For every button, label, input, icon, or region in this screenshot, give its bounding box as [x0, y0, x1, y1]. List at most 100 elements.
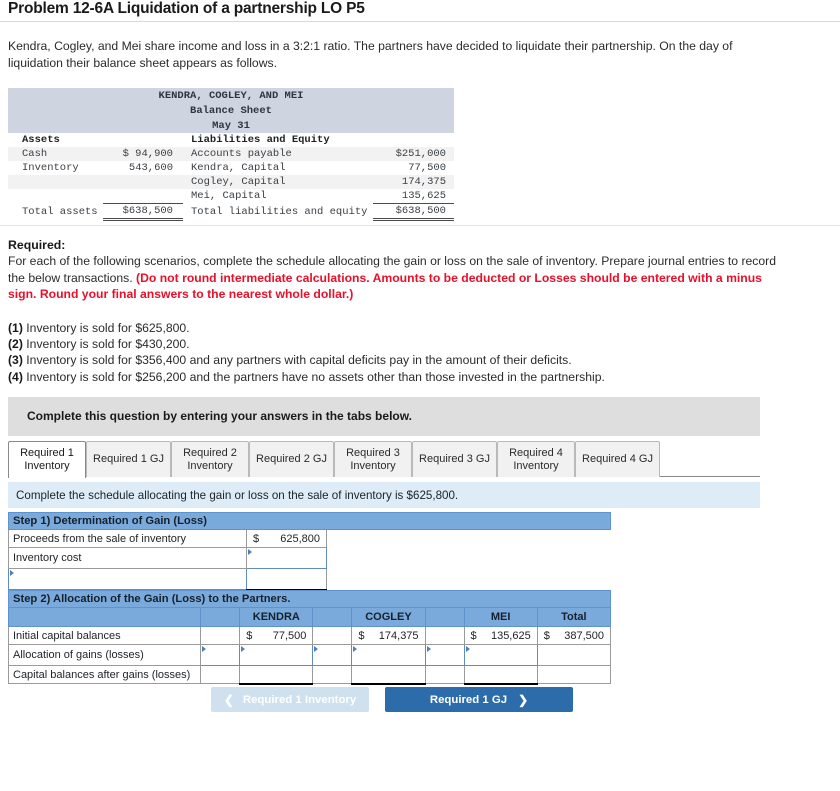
step2-header-row: KENDRA COGLEY MEI Total — [7, 607, 612, 627]
tab-bar: Required 1 Inventory Required 1 GJ Requi… — [8, 441, 760, 478]
tab-label: Required 4 Inventory — [509, 446, 563, 472]
scenario-number-1: (1) — [8, 320, 23, 335]
total-assets-label: Total assets — [8, 203, 103, 220]
balance-sheet-table: KENDRA, COGLEY, AND MEI Balance Sheet Ma… — [8, 88, 454, 221]
equity-label-kendra-capital: Kendra, Capital — [183, 161, 373, 175]
step2-after-cogley — [351, 665, 426, 685]
step2-input-allocation-cogley-sign[interactable] — [312, 644, 353, 666]
equity-amount-mei-capital: 135,625 — [373, 189, 454, 204]
next-tab-label: Required 1 GJ — [429, 693, 508, 706]
step2-spacer-cell — [424, 665, 465, 684]
chevron-right-icon: ❯ — [518, 692, 529, 707]
previous-tab-button[interactable]: ❮ Required 1 Inventory — [211, 687, 369, 712]
table-row: Initial capital balances 77,500 174,375 … — [7, 626, 612, 645]
scenario-text-2: Inventory is sold for $430,200. — [22, 336, 190, 351]
asset-blank-2 — [8, 189, 103, 204]
assets-header-spacer — [103, 133, 183, 147]
balance-sheet-date-row: May 31 — [8, 118, 454, 133]
step2-title-row: Step 2) Allocation of the Gain (Loss) to… — [8, 590, 611, 608]
step2-header-spacer-3 — [424, 607, 465, 627]
table-row: Inventory 543,600 Kendra, Capital 77,500 — [8, 161, 454, 175]
list-item: (2) Inventory is sold for $430,200. — [8, 336, 788, 352]
step1-empty-area — [326, 529, 611, 590]
asset-amount-cash: $ 94,900 — [103, 147, 183, 161]
step2-spacer-cell — [200, 665, 241, 684]
equity-amount-cogley-capital: 174,375 — [373, 175, 454, 189]
table-row: Capital balances after gains (losses) — [7, 665, 612, 685]
step2-input-allocation-cogley[interactable] — [351, 644, 426, 666]
step2-label-initial-balances: Initial capital balances — [7, 626, 202, 645]
step2-table: Step 2) Allocation of the Gain (Loss) to… — [7, 590, 612, 685]
step1-title-row: Step 1) Determination of Gain (Loss) — [8, 512, 611, 530]
required-body: For each of the following scenarios, com… — [8, 253, 788, 303]
tab-required-1-inventory[interactable]: Required 1 Inventory — [8, 441, 86, 478]
tab-required-2-inventory[interactable]: Required 2 Inventory — [171, 441, 249, 477]
asset-label-cash: Cash — [8, 147, 103, 161]
step1-value-proceeds: 625,800 — [246, 529, 327, 548]
list-item: (4) Inventory is sold for $256,200 and t… — [8, 369, 788, 385]
tab-required-2-gj[interactable]: Required 2 GJ — [249, 441, 334, 477]
balance-sheet-company: KENDRA, COGLEY, AND MEI — [8, 88, 454, 103]
tab-required-3-gj[interactable]: Required 3 GJ — [412, 441, 497, 477]
step2-initial-mei: 135,625 — [463, 626, 538, 645]
problem-intro: Kendra, Cogley, and Mei share income and… — [8, 39, 733, 70]
balance-sheet-statement: Balance Sheet — [8, 103, 454, 118]
tab-required-4-gj[interactable]: Required 4 GJ — [575, 441, 660, 477]
tab-label: Required 4 GJ — [582, 453, 653, 466]
next-tab-button[interactable]: Required 1 GJ ❯ — [385, 687, 573, 712]
tab-required-4-inventory[interactable]: Required 4 Inventory — [497, 441, 575, 477]
equity-amount-accounts-payable: $251,000 — [373, 147, 454, 161]
page-title: Problem 12-6A Liquidation of a partnersh… — [8, 0, 365, 17]
asset-blank-amount-1 — [103, 175, 183, 189]
step2-label-allocation: Allocation of gains (losses) — [7, 644, 202, 666]
step1-input-inventory-cost[interactable] — [246, 547, 327, 569]
step2-input-allocation-kendra-sign[interactable] — [200, 644, 241, 666]
step2-header-cogley: COGLEY — [351, 607, 426, 627]
tab-required-3-inventory[interactable]: Required 3 Inventory — [334, 441, 412, 477]
step2-initial-total: 387,500 — [536, 626, 612, 645]
step1-title: Step 1) Determination of Gain (Loss) — [8, 512, 611, 530]
assets-header: Assets — [8, 133, 103, 147]
step2-after-kendra — [239, 665, 314, 685]
scenario-list: (1) Inventory is sold for $625,800. (2) … — [8, 320, 788, 386]
equity-header: Liabilities and Equity — [183, 133, 373, 147]
scenario-number-3: (3) — [8, 353, 23, 368]
total-equity-amount: $638,500 — [373, 203, 454, 221]
required-heading: Required: — [8, 238, 66, 252]
tab-label: Required 3 Inventory — [346, 446, 400, 472]
step2-header-kendra: KENDRA — [239, 607, 314, 627]
scenario-number-2: (2) — [8, 336, 23, 351]
step2-spacer-cell — [424, 626, 465, 645]
list-item: (3) Inventory is sold for $356,400 and a… — [8, 352, 788, 368]
step2-allocation-total — [536, 644, 612, 666]
equity-label-accounts-payable: Accounts payable — [183, 147, 373, 161]
step1-input-result-label[interactable] — [8, 568, 247, 590]
step1-value-result — [246, 568, 327, 591]
balance-sheet-section-header-row: Assets Liabilities and Equity — [8, 133, 454, 147]
tab-required-1-gj[interactable]: Required 1 GJ — [86, 441, 171, 477]
scenario-text-4: Inventory is sold for $256,200 and the p… — [22, 369, 605, 384]
step2-input-allocation-kendra[interactable] — [239, 644, 314, 666]
tab-label: Required 1 GJ — [93, 453, 164, 466]
step2-input-allocation-mei[interactable] — [463, 644, 538, 666]
asset-amount-inventory: 543,600 — [103, 161, 183, 175]
step2-initial-cogley: 174,375 — [351, 626, 426, 645]
step2-header-mei: MEI — [463, 607, 538, 627]
step2-title: Step 2) Allocation of the Gain (Loss) to… — [8, 590, 611, 608]
equity-header-spacer — [373, 133, 454, 147]
balance-sheet-date: May 31 — [8, 118, 454, 133]
step2-spacer-cell — [200, 626, 241, 645]
step2-after-mei — [463, 665, 538, 685]
balance-sheet-company-row: KENDRA, COGLEY, AND MEI — [8, 88, 454, 103]
total-equity-label: Total liabilities and equity — [183, 203, 373, 220]
step1-label-proceeds: Proceeds from the sale of inventory — [8, 529, 247, 548]
equity-label-cogley-capital: Cogley, Capital — [183, 175, 373, 189]
chevron-left-icon: ❮ — [223, 692, 234, 707]
list-item: (1) Inventory is sold for $625,800. — [8, 320, 788, 336]
asset-subtotal-rule — [103, 189, 183, 204]
step2-input-allocation-mei-sign[interactable] — [424, 644, 465, 666]
step2-header-blank — [7, 607, 202, 627]
tab-label: Required 2 GJ — [256, 453, 327, 466]
step2-initial-kendra: 77,500 — [239, 626, 314, 645]
tab-label: Required 1 Inventory — [20, 447, 74, 472]
